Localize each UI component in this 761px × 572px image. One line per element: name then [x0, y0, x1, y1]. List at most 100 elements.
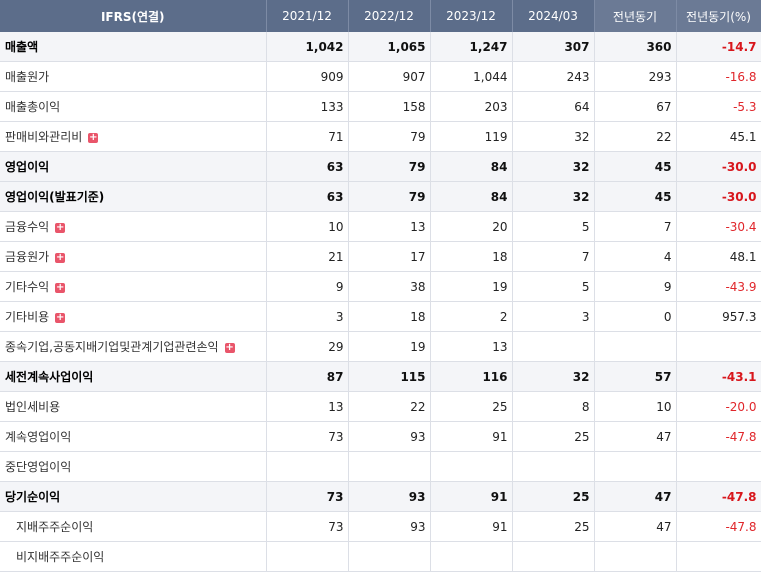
table-cell: 20 — [430, 211, 513, 242]
row-label: 기타수익 + — [0, 271, 267, 302]
table-cell: 48.1 — [676, 241, 761, 272]
expand-plus-icon[interactable]: + — [55, 312, 66, 323]
row-label: 비지배주주순이익 — [0, 541, 267, 572]
header-row: IFRS(연결) 2021/12 2022/12 2023/12 2024/03… — [0, 0, 761, 32]
table-cell: 2 — [430, 301, 513, 332]
row-label-text: 영업이익(발표기준) — [5, 190, 105, 204]
table-cell: 25 — [512, 511, 595, 542]
table-row: 중단영업이익 — [0, 451, 761, 482]
table-cell: 133 — [266, 91, 349, 122]
expand-plus-icon[interactable]: + — [55, 282, 66, 293]
table-cell: 909 — [266, 61, 349, 92]
table-cell — [348, 541, 431, 572]
table-cell — [594, 331, 677, 362]
row-label-text: 지배주주순이익 — [16, 520, 94, 534]
table-cell: 9 — [266, 271, 349, 302]
table-cell: 45.1 — [676, 121, 761, 152]
row-label: 매출총이익 — [0, 91, 267, 122]
table-cell: 38 — [348, 271, 431, 302]
row-label-text: 매출원가 — [5, 70, 50, 84]
table-row: 종속기업,공동지배기업및관계기업관련손익 +29 19 13 — [0, 331, 761, 362]
table-cell: 45 — [594, 181, 677, 212]
table-cell: 7 — [512, 241, 595, 272]
row-label-text: 영업이익 — [5, 160, 50, 174]
table-cell: 87 — [266, 361, 349, 392]
table-cell: -47.8 — [676, 511, 761, 542]
table-cell: 47 — [594, 481, 677, 512]
table-cell: 115 — [348, 361, 431, 392]
expand-plus-icon[interactable]: + — [55, 222, 66, 233]
table-cell: 32 — [512, 181, 595, 212]
table-cell: 13 — [430, 331, 513, 362]
table-cell — [676, 451, 761, 482]
table-cell: 29 — [266, 331, 349, 362]
table-cell: 243 — [512, 61, 595, 92]
row-label-text: 기타수익 — [5, 280, 50, 294]
table-cell: 91 — [430, 421, 513, 452]
table-row: 금융수익 +10 13 20 5 7 -30.4 — [0, 211, 761, 242]
row-label-text: 법인세비용 — [5, 400, 61, 414]
row-label: 영업이익 — [0, 151, 267, 182]
table-cell: 1,042 — [266, 32, 349, 62]
table-cell: 5 — [512, 211, 595, 242]
table-cell: 13 — [348, 211, 431, 242]
table-cell: 18 — [430, 241, 513, 272]
table-cell: 93 — [348, 421, 431, 452]
table-row: 법인세비용 13 22 25 8 10 -20.0 — [0, 391, 761, 422]
table-cell: 84 — [430, 181, 513, 212]
header-col-2022: 2022/12 — [348, 0, 431, 32]
row-label: 법인세비용 — [0, 391, 267, 422]
table-cell: 21 — [266, 241, 349, 272]
table-cell: 293 — [594, 61, 677, 92]
row-label: 지배주주순이익 — [0, 511, 267, 542]
table-cell: 45 — [594, 151, 677, 182]
table-cell: -43.1 — [676, 361, 761, 392]
table-cell: 5 — [512, 271, 595, 302]
expand-plus-icon[interactable]: + — [224, 342, 235, 353]
table-cell: 360 — [594, 32, 677, 62]
table-cell: 10 — [594, 391, 677, 422]
row-label-text: 매출총이익 — [5, 100, 61, 114]
table-cell: -30.0 — [676, 181, 761, 212]
table-cell: 8 — [512, 391, 595, 422]
table-row: 세전계속사업이익 87 115 116 32 57 -43.1 — [0, 361, 761, 392]
table-cell: 93 — [348, 481, 431, 512]
table-cell: 84 — [430, 151, 513, 182]
table-cell: 25 — [512, 481, 595, 512]
table-cell: 957.3 — [676, 301, 761, 332]
row-label: 기타비용 + — [0, 301, 267, 332]
table-cell: 63 — [266, 181, 349, 212]
header-col-2023: 2023/12 — [430, 0, 513, 32]
header-col-2021: 2021/12 — [266, 0, 349, 32]
row-label: 판매비와관리비 + — [0, 121, 267, 152]
table-cell: -14.7 — [676, 32, 761, 62]
table-cell: 73 — [266, 421, 349, 452]
table-cell: 63 — [266, 151, 349, 182]
row-label-text: 매출액 — [5, 40, 39, 54]
table-cell: -16.8 — [676, 61, 761, 92]
table-cell: 119 — [430, 121, 513, 152]
table-cell: 116 — [430, 361, 513, 392]
table-row: 기타수익 +9 38 19 5 9 -43.9 — [0, 271, 761, 302]
table-row: 판매비와관리비 +71 79 119 32 22 45.1 — [0, 121, 761, 152]
table-row: 매출총이익 133 158 203 64 67 -5.3 — [0, 91, 761, 122]
row-label-text: 계속영업이익 — [5, 430, 72, 444]
table-cell: 32 — [512, 361, 595, 392]
table-cell: 57 — [594, 361, 677, 392]
table-cell: 9 — [594, 271, 677, 302]
expand-plus-icon[interactable]: + — [88, 132, 99, 143]
row-label: 금융수익 + — [0, 211, 267, 242]
table-cell: -43.9 — [676, 271, 761, 302]
row-label-text: 판매비와관리비 — [5, 130, 83, 144]
table-cell: -30.0 — [676, 151, 761, 182]
header-col-prev-year: 전년동기 — [594, 0, 677, 32]
header-col-prev-year-pct: 전년동기(%) — [676, 0, 761, 32]
expand-plus-icon[interactable]: + — [55, 252, 66, 263]
header-label: IFRS(연결) — [0, 0, 267, 32]
table-row: 비지배주주순이익 — [0, 541, 761, 572]
table-cell: 93 — [348, 511, 431, 542]
table-row: 당기순이익 73 93 91 25 47 -47.8 — [0, 481, 761, 512]
row-label: 금융원가 + — [0, 241, 267, 272]
table-cell: 79 — [348, 181, 431, 212]
table-cell: 79 — [348, 151, 431, 182]
